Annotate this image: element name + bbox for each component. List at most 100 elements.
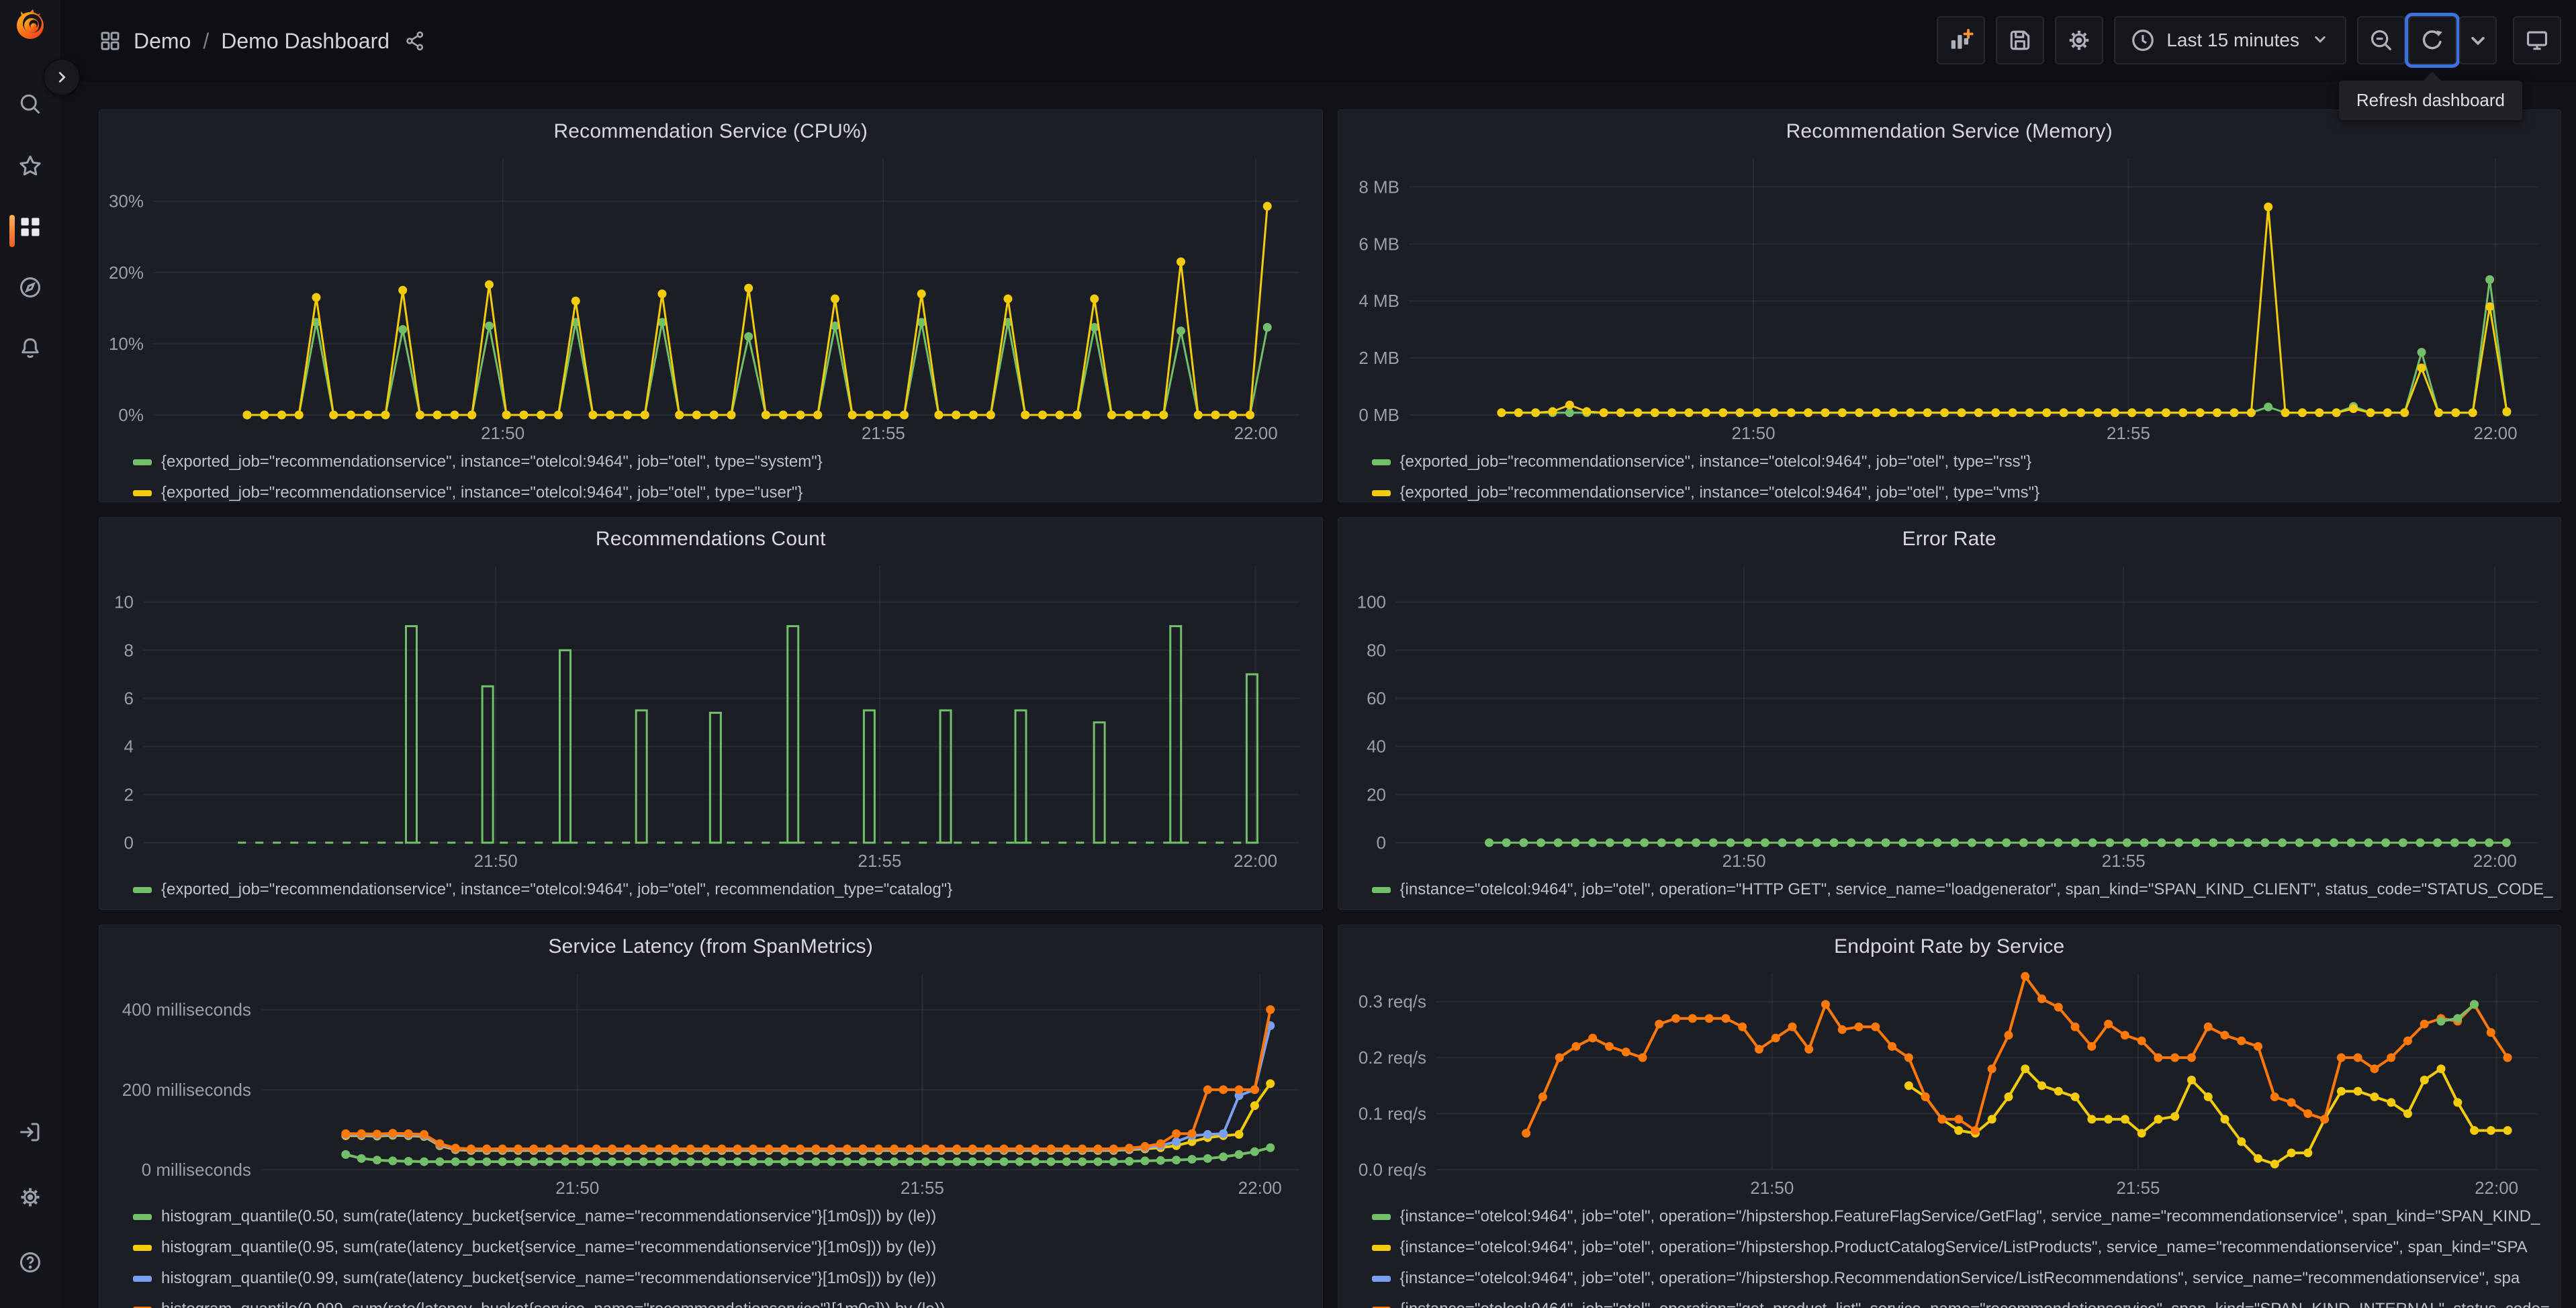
legend-item[interactable]: {instance="otelcol:9464", job="otel", op… — [1371, 1268, 2555, 1289]
svg-text:0.2 req/s: 0.2 req/s — [1358, 1047, 1426, 1068]
panel-recommendation-service-cpu: Recommendation Service (CPU%) 0% 10% 20% 30%… — [99, 109, 1323, 502]
legend-item[interactable]: {exported_job="recommendationservice", i… — [133, 880, 1316, 900]
legend-color-chip — [133, 489, 152, 496]
share-icon[interactable] — [404, 30, 426, 52]
panel-legend: {exported_job="recommendationservice", i… — [106, 452, 1316, 502]
svg-text:0.0 req/s: 0.0 req/s — [1358, 1160, 1426, 1180]
time-range-picker[interactable]: Last 15 minutes — [2114, 16, 2346, 64]
svg-text:21:55: 21:55 — [2101, 851, 2145, 871]
sidebar — [0, 0, 60, 1308]
refresh-dashboard-button[interactable] — [2408, 16, 2456, 64]
breadcrumb: Demo / Demo Dashboard — [99, 0, 426, 82]
breadcrumb-root[interactable]: Demo — [134, 29, 191, 54]
legend-item[interactable]: histogram_quantile(0.999, sum(rate(laten… — [133, 1299, 1316, 1308]
panel-recommendations-count: Recommendations Count 0 2 4 6 8 10 21:50 21:55 22… — [99, 517, 1323, 910]
panel-title[interactable]: Recommendation Service (CPU%) — [106, 110, 1316, 153]
monitor-icon — [2526, 31, 2548, 50]
legend-color-chip — [133, 1213, 152, 1220]
search-icon[interactable] — [18, 92, 42, 116]
legend-label: {exported_job="recommendationservice", i… — [161, 453, 823, 471]
sign-in-icon[interactable] — [18, 1120, 42, 1144]
explore-compass-icon[interactable] — [18, 275, 42, 299]
panel-title[interactable]: Endpoint Rate by Service — [1345, 925, 2555, 968]
clock-icon — [2132, 30, 2154, 51]
svg-text:21:55: 21:55 — [901, 1178, 944, 1198]
svg-text:6 MB: 6 MB — [1359, 234, 1399, 254]
help-icon[interactable] — [18, 1250, 42, 1274]
legend-item[interactable]: {exported_job="recommendationservice", i… — [133, 452, 1316, 472]
chart-area[interactable]: 0 20 40 60 80 100 21:50 21:55 22:00 — [1345, 561, 2555, 876]
panel-title[interactable]: Recommendations Count — [106, 518, 1316, 561]
legend-label: {exported_job="recommendationservice", i… — [161, 483, 803, 502]
svg-text:21:50: 21:50 — [1750, 1178, 1794, 1198]
kiosk-mode-button[interactable] — [2513, 16, 2561, 64]
grafana-logo[interactable] — [14, 8, 46, 40]
svg-text:21:55: 21:55 — [858, 851, 901, 871]
add-panel-button[interactable] — [1937, 16, 1986, 64]
refresh-interval-caret-button[interactable] — [2459, 16, 2497, 64]
svg-text:0: 0 — [1376, 833, 1385, 853]
svg-text:21:50: 21:50 — [474, 851, 518, 871]
panel-legend: {instance="otelcol:9464", job="otel", op… — [1345, 1207, 2555, 1308]
legend-item[interactable]: {instance="otelcol:9464", job="otel", op… — [1371, 1207, 2555, 1227]
legend-item[interactable]: {exported_job="recommendationservice", i… — [1371, 483, 2555, 502]
panel-legend: {instance="otelcol:9464", job="otel", op… — [1345, 880, 2554, 900]
dashboard-toolbar: Last 15 minutes — [1937, 16, 2561, 64]
legend-label: histogram_quantile(0.50, sum(rate(latenc… — [161, 1207, 937, 1225]
chart-area[interactable]: 0 2 4 6 8 10 21:50 21:55 22:00 — [106, 561, 1316, 876]
settings-gear-icon[interactable] — [18, 1185, 42, 1209]
dashboards-icon[interactable] — [18, 215, 42, 239]
legend-item[interactable]: {exported_job="recommendationservice", i… — [1371, 452, 2555, 472]
chevron-down-icon — [2471, 36, 2485, 46]
top-navbar: Demo / Demo Dashboard Last 15 minutes — [60, 0, 2576, 82]
svg-text:21:55: 21:55 — [2106, 423, 2150, 443]
legend-label: {instance="otelcol:9464", job="otel", op… — [1400, 1300, 2550, 1308]
legend-label: {instance="otelcol:9464", job="otel", op… — [1399, 1238, 2528, 1256]
refresh-tooltip: Refresh dashboard — [2338, 72, 2522, 120]
svg-text:4 MB: 4 MB — [1359, 291, 1399, 311]
active-section-indicator — [9, 215, 15, 247]
panel-legend: histogram_quantile(0.50, sum(rate(latenc… — [106, 1207, 1316, 1308]
legend-item[interactable]: {instance="otelcol:9464", job="otel", op… — [1371, 880, 2554, 900]
panel-title[interactable]: Error Rate — [1345, 518, 2555, 561]
breadcrumb-current[interactable]: Demo Dashboard — [221, 29, 389, 54]
svg-text:40: 40 — [1367, 737, 1386, 757]
expand-sidebar-button[interactable] — [44, 59, 80, 95]
save-dashboard-button[interactable] — [1996, 16, 2045, 64]
legend-item[interactable]: histogram_quantile(0.99, sum(rate(latenc… — [133, 1268, 1316, 1289]
svg-text:80: 80 — [1367, 640, 1386, 660]
svg-text:400 milliseconds: 400 milliseconds — [122, 1000, 251, 1020]
panel-service-latency-from-spanmetrics: Service Latency (from SpanMetrics) 0 mill… — [99, 925, 1323, 1308]
legend-color-chip — [133, 1275, 152, 1282]
panel-legend: {exported_job="recommendationservice", i… — [106, 880, 1316, 900]
legend-item[interactable]: {instance="otelcol:9464", job="otel", op… — [1371, 1299, 2555, 1308]
svg-text:6: 6 — [124, 688, 134, 708]
alerting-bell-icon[interactable] — [18, 336, 42, 360]
chart-area[interactable]: 0.0 req/s 0.1 req/s 0.2 req/s 0.3 req/s 21:5… — [1345, 968, 2555, 1203]
svg-text:0.3 req/s: 0.3 req/s — [1358, 992, 1426, 1012]
legend-item[interactable]: histogram_quantile(0.95, sum(rate(latenc… — [133, 1237, 1316, 1258]
svg-text:22:00: 22:00 — [1234, 423, 1278, 443]
panel-legend: {exported_job="recommendationservice", i… — [1345, 452, 2555, 502]
panel-title[interactable]: Service Latency (from SpanMetrics) — [106, 925, 1316, 968]
dashboard-settings-button[interactable] — [2055, 16, 2104, 64]
breadcrumb-separator: / — [203, 28, 210, 53]
legend-color-chip — [1371, 1213, 1391, 1220]
chart-area[interactable]: 0% 10% 20% 30% 21:50 21:55 22:00 — [106, 153, 1316, 448]
legend-item[interactable]: histogram_quantile(0.50, sum(rate(latenc… — [133, 1207, 1316, 1227]
legend-item[interactable]: {instance="otelcol:9464", job="otel", op… — [1371, 1237, 2555, 1258]
svg-text:8 MB: 8 MB — [1359, 177, 1399, 197]
legend-color-chip — [1371, 1275, 1391, 1282]
favorites-star-icon[interactable] — [18, 154, 42, 178]
svg-text:22:00: 22:00 — [2473, 423, 2517, 443]
svg-text:10%: 10% — [109, 334, 144, 354]
legend-item[interactable]: {exported_job="recommendationservice", i… — [133, 483, 1316, 502]
chart-area[interactable]: 0 MB 2 MB 4 MB 6 MB 8 MB 21:50 21:55 22:00 — [1345, 153, 2555, 448]
legend-color-chip — [133, 886, 152, 893]
zoom-out-time-button[interactable] — [2357, 16, 2405, 64]
svg-text:4: 4 — [124, 737, 134, 757]
legend-label: {exported_job="recommendationservice", i… — [161, 880, 953, 898]
chart-area[interactable]: 0 milliseconds 200 milliseconds 400 millis… — [106, 968, 1316, 1203]
legend-label: {exported_job="recommendationservice", i… — [1399, 483, 2040, 502]
legend-color-chip — [1371, 489, 1391, 496]
